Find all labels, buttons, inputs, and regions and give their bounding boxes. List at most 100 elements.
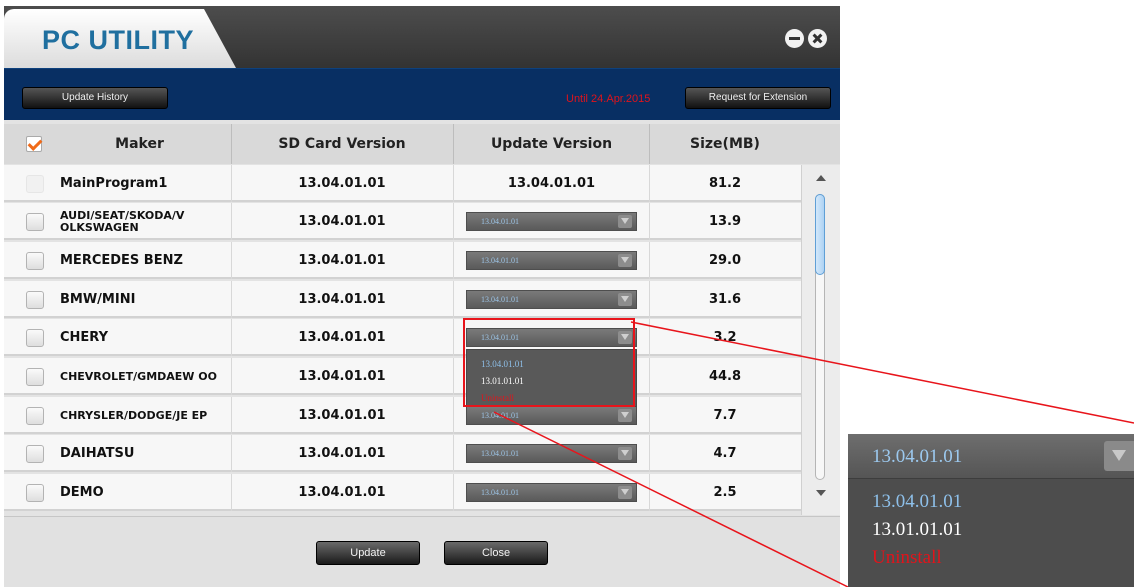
- maker-cell: BMW/MINI: [60, 291, 136, 307]
- size-cell: 7.7: [713, 408, 737, 423]
- footer: Update Close: [4, 516, 840, 587]
- scroll-up-icon[interactable]: [816, 175, 826, 181]
- chevron-down-icon[interactable]: [618, 331, 632, 344]
- maker-cell: CHERY: [60, 329, 109, 345]
- table-row: CHEVROLET/GMDAEW OO 13.04.01.01 13.04.01.0…: [4, 358, 801, 395]
- update-version-dropdown[interactable]: 13.04.01.01: [466, 251, 637, 270]
- zoomed-selected-value: 13.04.01.01: [872, 446, 963, 467]
- maker-cell: MainProgram1: [60, 175, 168, 191]
- row-checkbox[interactable]: [26, 291, 44, 309]
- size-cell: 4.7: [713, 446, 737, 461]
- cell-divider: [453, 242, 454, 279]
- row-checkbox[interactable]: [26, 368, 44, 386]
- cell-divider: [453, 203, 454, 240]
- maker-cell: AUDI/SEAT/SKODA/V OLKSWAGEN: [60, 208, 185, 234]
- update-history-button[interactable]: Update History: [22, 87, 168, 109]
- title-bar: PC UTILITY: [4, 6, 840, 68]
- zoomed-option: 13.01.01.01: [872, 519, 963, 540]
- sd-version-cell: 13.04.01.01: [298, 485, 386, 500]
- table-row: CHRYSLER/DODGE/JE EP 13.04.01.01 13.04.01.…: [4, 397, 801, 434]
- dropdown-value: 13.04.01.01: [481, 411, 519, 420]
- dropdown-option[interactable]: Uninstall: [481, 393, 514, 403]
- cell-divider: [453, 319, 454, 356]
- scroll-thumb[interactable]: [815, 194, 825, 275]
- size-cell: 3.2: [713, 330, 737, 345]
- chevron-down-icon: [1104, 441, 1134, 471]
- row-checkbox[interactable]: [26, 175, 44, 193]
- row-checkbox[interactable]: [26, 329, 44, 347]
- cell-divider: [453, 358, 454, 395]
- size-cell: 31.6: [708, 292, 742, 307]
- chevron-down-icon[interactable]: [618, 293, 632, 306]
- dropdown-value: 13.04.01.01: [481, 295, 519, 304]
- app-title: PC UTILITY: [42, 25, 194, 55]
- update-version-dropdown-menu: 13.04.01.01 13.01.01.01 Uninstall: [466, 349, 637, 407]
- table-row: DAIHATSU 13.04.01.01 13.04.01.01 4.7: [4, 435, 801, 472]
- chevron-down-icon[interactable]: [618, 447, 632, 460]
- column-maker: Maker: [115, 136, 164, 152]
- sd-version-cell: 13.04.01.01: [298, 292, 386, 307]
- expiry-text: Until 24.Apr.2015: [566, 93, 651, 105]
- chevron-down-icon[interactable]: [618, 409, 632, 422]
- zoomed-option: 13.04.01.01: [872, 491, 963, 512]
- scrollbar[interactable]: [801, 165, 840, 515]
- table-row: AUDI/SEAT/SKODA/V OLKSWAGEN 13.04.01.01 13…: [4, 203, 801, 240]
- update-version-dropdown[interactable]: 13.04.01.01: [466, 444, 637, 463]
- dropdown-value: 13.04.01.01: [481, 449, 519, 458]
- cell-divider: [453, 435, 454, 472]
- row-checkbox[interactable]: [26, 252, 44, 270]
- update-version-dropdown[interactable]: 13.04.01.01: [466, 290, 637, 309]
- sd-version-cell: 13.04.01.01: [298, 176, 386, 191]
- sd-version-cell: 13.04.01.01: [298, 214, 386, 229]
- scroll-down-icon[interactable]: [816, 490, 826, 496]
- maker-cell: DEMO: [60, 484, 104, 500]
- maker-cell: MERCEDES BENZ: [60, 252, 183, 268]
- size-cell: 29.0: [708, 253, 742, 268]
- table-row: MERCEDES BENZ 13.04.01.01 13.04.01.01 29.0: [4, 242, 801, 279]
- select-all-checkbox[interactable]: [26, 136, 42, 152]
- toolbar: Update History Until 24.Apr.2015 Request…: [4, 68, 840, 120]
- update-version-dropdown[interactable]: 13.04.01.01: [466, 406, 637, 425]
- sd-version-cell: 13.04.01.01: [298, 253, 386, 268]
- chevron-down-icon[interactable]: [618, 486, 632, 499]
- maker-cell: DAIHATSU: [60, 445, 135, 461]
- dropdown-value: 13.04.01.01: [481, 256, 519, 265]
- row-checkbox[interactable]: [26, 213, 44, 231]
- sd-version-cell: 13.04.01.01: [298, 408, 386, 423]
- table-row: MainProgram1 13.04.01.01 13.04.01.01 81.2: [4, 165, 801, 202]
- sd-version-cell: 13.04.01.01: [298, 330, 386, 345]
- size-cell: 81.2: [708, 176, 742, 191]
- column-size: Size(MB): [690, 136, 760, 152]
- minimize-icon[interactable]: [785, 29, 804, 48]
- close-button[interactable]: Close: [444, 541, 548, 565]
- chevron-down-icon[interactable]: [618, 215, 632, 228]
- column-sd-card-version: SD Card Version: [278, 136, 406, 152]
- row-checkbox[interactable]: [26, 484, 44, 502]
- pc-utility-window: PC UTILITY Update History Until 24.Apr.2…: [4, 6, 840, 587]
- table-row: CHERY 13.04.01.01 13.04.01.01 3.2: [4, 319, 801, 356]
- cell-divider: [453, 281, 454, 318]
- close-icon[interactable]: [808, 29, 827, 48]
- sd-version-cell: 13.04.01.01: [298, 369, 386, 384]
- cell-divider: [453, 474, 454, 511]
- dropdown-option[interactable]: 13.01.01.01: [481, 376, 524, 386]
- zoomed-option: Uninstall: [872, 547, 942, 568]
- dropdown-option[interactable]: 13.04.01.01: [481, 359, 524, 369]
- chevron-down-icon[interactable]: [618, 254, 632, 267]
- request-extension-button[interactable]: Request for Extension: [685, 87, 831, 109]
- row-checkbox[interactable]: [26, 445, 44, 463]
- sd-version-cell: 13.04.01.01: [298, 446, 386, 461]
- dropdown-value: 13.04.01.01: [481, 488, 519, 497]
- maker-cell: CHEVROLET/GMDAEW OO: [60, 369, 217, 383]
- size-cell: 13.9: [708, 214, 742, 229]
- row-checkbox[interactable]: [26, 407, 44, 425]
- table-row: BMW/MINI 13.04.01.01 13.04.01.01 31.6: [4, 281, 801, 318]
- update-version-dropdown[interactable]: 13.04.01.01: [466, 212, 637, 231]
- dropdown-value: 13.04.01.01: [481, 217, 519, 226]
- update-version-dropdown[interactable]: 13.04.01.01: [466, 328, 637, 347]
- zoomed-dropdown-callout: 13.04.01.01 13.04.01.01 13.01.01.01 Unin…: [848, 434, 1134, 587]
- cell-divider: [453, 397, 454, 434]
- update-button[interactable]: Update: [316, 541, 420, 565]
- update-version-dropdown[interactable]: 13.04.01.01: [466, 483, 637, 502]
- table-row: DEMO 13.04.01.01 13.04.01.01 2.5: [4, 474, 801, 511]
